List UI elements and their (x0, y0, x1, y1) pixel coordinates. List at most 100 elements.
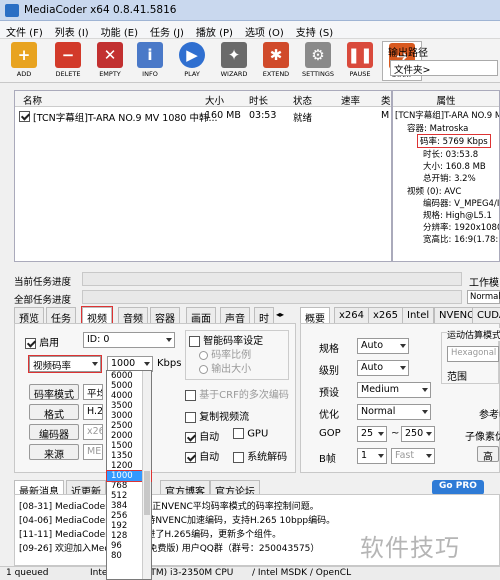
delete-icon: − (55, 42, 81, 68)
crf-checkbox[interactable]: 基于CRF的多次编码 (185, 386, 289, 401)
output-path-field[interactable]: 文件夹> (390, 60, 498, 76)
tab-task[interactable]: 任务 (46, 307, 76, 325)
current-progress-bar (82, 272, 462, 286)
wizard-button[interactable]: ✦ WIZARD (214, 41, 254, 81)
rate-mode-select[interactable]: 视频码率 (28, 355, 102, 373)
scrollbar-thumb[interactable] (144, 471, 150, 515)
gop-max-select[interactable]: 250 (401, 426, 435, 442)
tab-intel[interactable]: Intel (402, 307, 435, 323)
title-bar: MediaCoder x64 0.8.41.5816 (0, 0, 500, 21)
format-combo[interactable]: H.264 (83, 404, 103, 420)
extend-button[interactable]: ✱ EXTEND (256, 41, 296, 81)
col-type[interactable]: 类 (381, 93, 391, 107)
bframe-speed-select[interactable]: Fast (391, 448, 435, 464)
info-button[interactable]: i INFO (130, 41, 170, 81)
source-button[interactable]: 来源 (29, 444, 79, 461)
go-pro-button[interactable]: Go PRO (432, 480, 484, 495)
col-size[interactable]: 大小 (205, 93, 224, 107)
pause-button[interactable]: ❚❚ PAUSE (340, 41, 380, 81)
motion-select[interactable]: Hexagonal (447, 346, 499, 362)
gop-min-select[interactable]: 25 (357, 426, 387, 442)
empty-button[interactable]: ✕ EMPTY (90, 41, 130, 81)
rate-mode-combo[interactable]: 平均 (83, 384, 103, 400)
news-item[interactable]: [09-26] 欢迎加入MediaCoder(免费版) 用户QQ群（群号：250… (19, 541, 319, 554)
tab-cuda[interactable]: CUDA (472, 307, 500, 323)
play-icon: ▶ (179, 42, 205, 68)
output-size-radio[interactable]: 输出大小 (199, 360, 251, 375)
menu-function[interactable]: 功能 (E) (95, 21, 144, 39)
left-tab-row: 预览 任务 视频 音频 容器 画面 声音 时 ◂▸ (14, 306, 296, 325)
format-button[interactable]: 格式 (29, 404, 79, 421)
tab-sound[interactable]: 声音 (220, 307, 250, 325)
tab-audio[interactable]: 音频 (118, 307, 148, 325)
rate-mode-button[interactable]: 码率模式 (29, 384, 79, 401)
copy-stream-checkbox[interactable]: 复制视频流 (185, 408, 249, 423)
stream-id-value: ID: 0 (87, 334, 110, 345)
enable-checkbox[interactable]: 启用 (25, 334, 59, 349)
rate-ratio-radio[interactable]: 码率比例 (199, 346, 251, 361)
col-status[interactable]: 状态 (293, 93, 312, 107)
settings-button[interactable]: ⚙ SETTINGS (298, 41, 338, 81)
prop-filename: [TCN字幕组]T-ARA NO.9 M (395, 111, 500, 121)
tune-select[interactable]: Normal (357, 404, 431, 420)
tab-time[interactable]: 时 (254, 307, 274, 325)
play-button[interactable]: ▶ PLAY (172, 41, 212, 81)
prop-duration: 时长: 03:53.8 (423, 150, 479, 160)
preset-value: Medium (361, 384, 399, 395)
system-decode-checkbox[interactable]: 系统解码 (233, 448, 287, 463)
bitrate-dropdown-list[interactable]: 6000 5000 4000 3500 3000 2500 2000 1500 1350 1200… (106, 370, 152, 580)
auto-decode-checkbox[interactable]: 自动 (185, 448, 219, 463)
menu-options[interactable]: 选项 (O) (239, 21, 290, 39)
menu-support[interactable]: 支持 (S) (290, 21, 339, 39)
file-list: 名称 大小 时长 状态 速率 类 [TCN字幕组]T-ARA NO.9 MV 1… (14, 90, 392, 262)
auto-gpu-label: 自动 (199, 432, 220, 443)
row-type: M (381, 110, 390, 121)
gpu-checkbox[interactable]: GPU (233, 428, 268, 440)
settings-icon: ⚙ (305, 42, 331, 68)
work-mode-select[interactable]: Normal (467, 290, 500, 304)
menu-play[interactable]: 播放 (P) (190, 21, 239, 39)
add-label: ADD (16, 70, 32, 78)
menu-list[interactable]: 列表 (I) (49, 21, 95, 39)
col-rate[interactable]: 速率 (341, 93, 360, 107)
source-combo[interactable]: MEnc (83, 444, 103, 460)
tab-summary[interactable]: 概要 (300, 307, 330, 325)
bframe-select[interactable]: 1 (357, 448, 387, 464)
news-item[interactable]: [04-06] MediaCoder 0.8.3 支持NVENC加速编码，支持H… (19, 513, 335, 526)
table-row[interactable]: [TCN字幕组]T-ARA NO.9 MV 1080 中韩... 160 MB … (15, 108, 391, 124)
stream-id-select[interactable]: ID: 0 (83, 332, 175, 348)
properties-header: 属性 (393, 91, 499, 107)
menu-task[interactable]: 任务 (J) (144, 21, 190, 39)
col-duration[interactable]: 时长 (249, 93, 268, 107)
tab-preview[interactable]: 预览 (14, 307, 44, 325)
encoder-button[interactable]: 编码器 (29, 424, 79, 441)
smart-rate-checkbox[interactable]: 智能码率设定 (189, 332, 263, 347)
tune-value: Normal (361, 406, 396, 417)
delete-button[interactable]: − DELETE (48, 41, 88, 81)
row-name: [TCN字幕组]T-ARA NO.9 MV 1080 中韩... (33, 113, 218, 124)
encoder-combo[interactable]: x264 (83, 424, 103, 440)
auto-gpu-checkbox[interactable]: 自动 (185, 428, 219, 443)
profile-select[interactable]: Auto (357, 338, 409, 354)
gop-separator: ~ (391, 428, 400, 439)
tab-container[interactable]: 容器 (150, 307, 180, 325)
news-item[interactable]: [08-31] MediaCoder 0.8.41 修正NVENC平均码率模式的… (19, 499, 319, 512)
menu-file[interactable]: 文件 (F) (0, 21, 49, 39)
tab-video[interactable]: 视频 (81, 306, 113, 325)
col-name[interactable]: 名称 (23, 93, 42, 107)
tab-x264[interactable]: x264 (334, 307, 370, 323)
high-button[interactable]: 高 (477, 446, 499, 463)
preset-select[interactable]: Medium (357, 382, 431, 398)
tab-x265[interactable]: x265 (368, 307, 404, 323)
add-button[interactable]: + ADD (4, 41, 44, 81)
tab-scroll-arrows[interactable]: ◂▸ (276, 310, 284, 319)
total-progress-label: 全部任务进度 (14, 295, 72, 306)
info-icon: i (137, 42, 163, 68)
profile-value: Auto (361, 340, 384, 351)
level-select[interactable]: Auto (357, 360, 409, 376)
tab-picture[interactable]: 画面 (186, 307, 216, 325)
right-tab-row: 概要 x264 x265 Intel NVENC CUDA (300, 307, 500, 325)
motion-group-label: 运动估算模式 (447, 328, 500, 341)
row-duration: 03:53 (249, 110, 277, 121)
dropdown-scrollbar[interactable] (142, 371, 151, 579)
